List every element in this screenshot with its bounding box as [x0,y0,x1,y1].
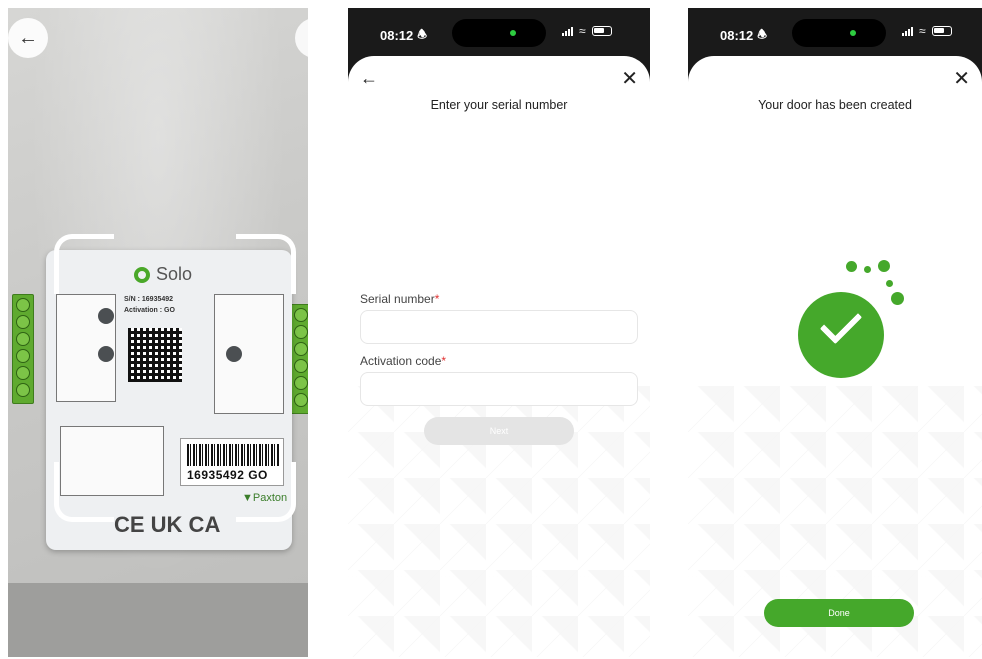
dynamic-island [452,19,546,47]
done-button[interactable]: Done [764,599,914,627]
activation-code-input[interactable] [360,372,638,406]
terminal-block-right [290,304,308,414]
spinner-dot [891,292,904,305]
next-button[interactable]: Next [424,417,574,445]
camera-indicator-icon [510,30,516,36]
spinner-dot [878,260,890,272]
close-icon[interactable]: ✕ [953,66,970,91]
system-icons: ≈ [562,24,612,38]
scan-frame-corner [236,234,296,294]
door-created-screen: 08:12 🕭 ≈ ✕ Your door has been created D [688,8,982,657]
serial-number-label: Serial number* [360,292,440,306]
right-indicator-panel [214,294,284,414]
spinner-dot [864,266,871,273]
serial-entry-sheet: ← ✕ Enter your serial number Serial numb… [348,56,650,657]
wifi-icon: ≈ [919,24,926,38]
success-check-icon [798,292,884,378]
serial-number-input[interactable] [360,310,638,344]
qr-code [128,328,182,382]
indicator-led [98,308,114,324]
camera-indicator-icon [850,30,856,36]
close-icon[interactable]: ✕ [621,66,638,91]
spinner-dot [846,261,857,272]
camera-scan-view: ← Solo S/N : 16935492 Activation : GO 16… [8,8,308,657]
scan-frame-corner [54,234,114,294]
indicator-led [226,346,242,362]
arrow-left-icon: ← [18,26,38,49]
bell-icon: 🕭 [757,29,768,41]
activation-code-label: Activation code* [360,354,447,368]
required-marker: * [441,354,447,368]
serial-sticker: S/N : 16935492 Activation : GO [124,296,175,314]
door-created-sheet: ✕ Your door has been created Done [688,56,982,657]
checkmark-icon [819,301,863,345]
screenshot-strip: ← Solo S/N : 16935492 Activation : GO 16… [0,0,982,659]
required-marker: * [434,292,440,306]
arrow-left-icon[interactable]: ← [360,68,378,89]
scan-frame-corner [54,462,114,522]
page-title: Your door has been created [758,98,912,112]
bell-icon: 🕭 [417,29,428,41]
scan-frame-corner [236,462,296,522]
terminal-block-left [12,294,34,404]
dynamic-island [792,19,886,47]
device-brand: Solo [134,264,192,285]
certification-marks: CE UK CA [114,512,221,537]
status-time: 08:12 🕭 [380,28,428,43]
status-bar: 08:12 🕭 ≈ [348,8,650,54]
wifi-icon: ≈ [579,24,586,38]
back-button[interactable]: ← [8,18,48,58]
signal-icon [562,27,573,36]
camera-floor [8,583,308,657]
spinner-dot [886,280,893,287]
battery-icon [591,26,612,36]
solo-logo-icon [134,266,150,283]
battery-icon [931,26,952,36]
page-title: Enter your serial number [430,98,568,112]
system-icons: ≈ [902,24,952,38]
status-bar: 08:12 🕭 ≈ [688,8,982,54]
status-time: 08:12 🕭 [720,28,768,43]
indicator-led [98,346,114,362]
signal-icon [902,27,913,36]
serial-entry-screen: 08:12 🕭 ≈ ← ✕ Enter your serial number S… [348,8,650,657]
